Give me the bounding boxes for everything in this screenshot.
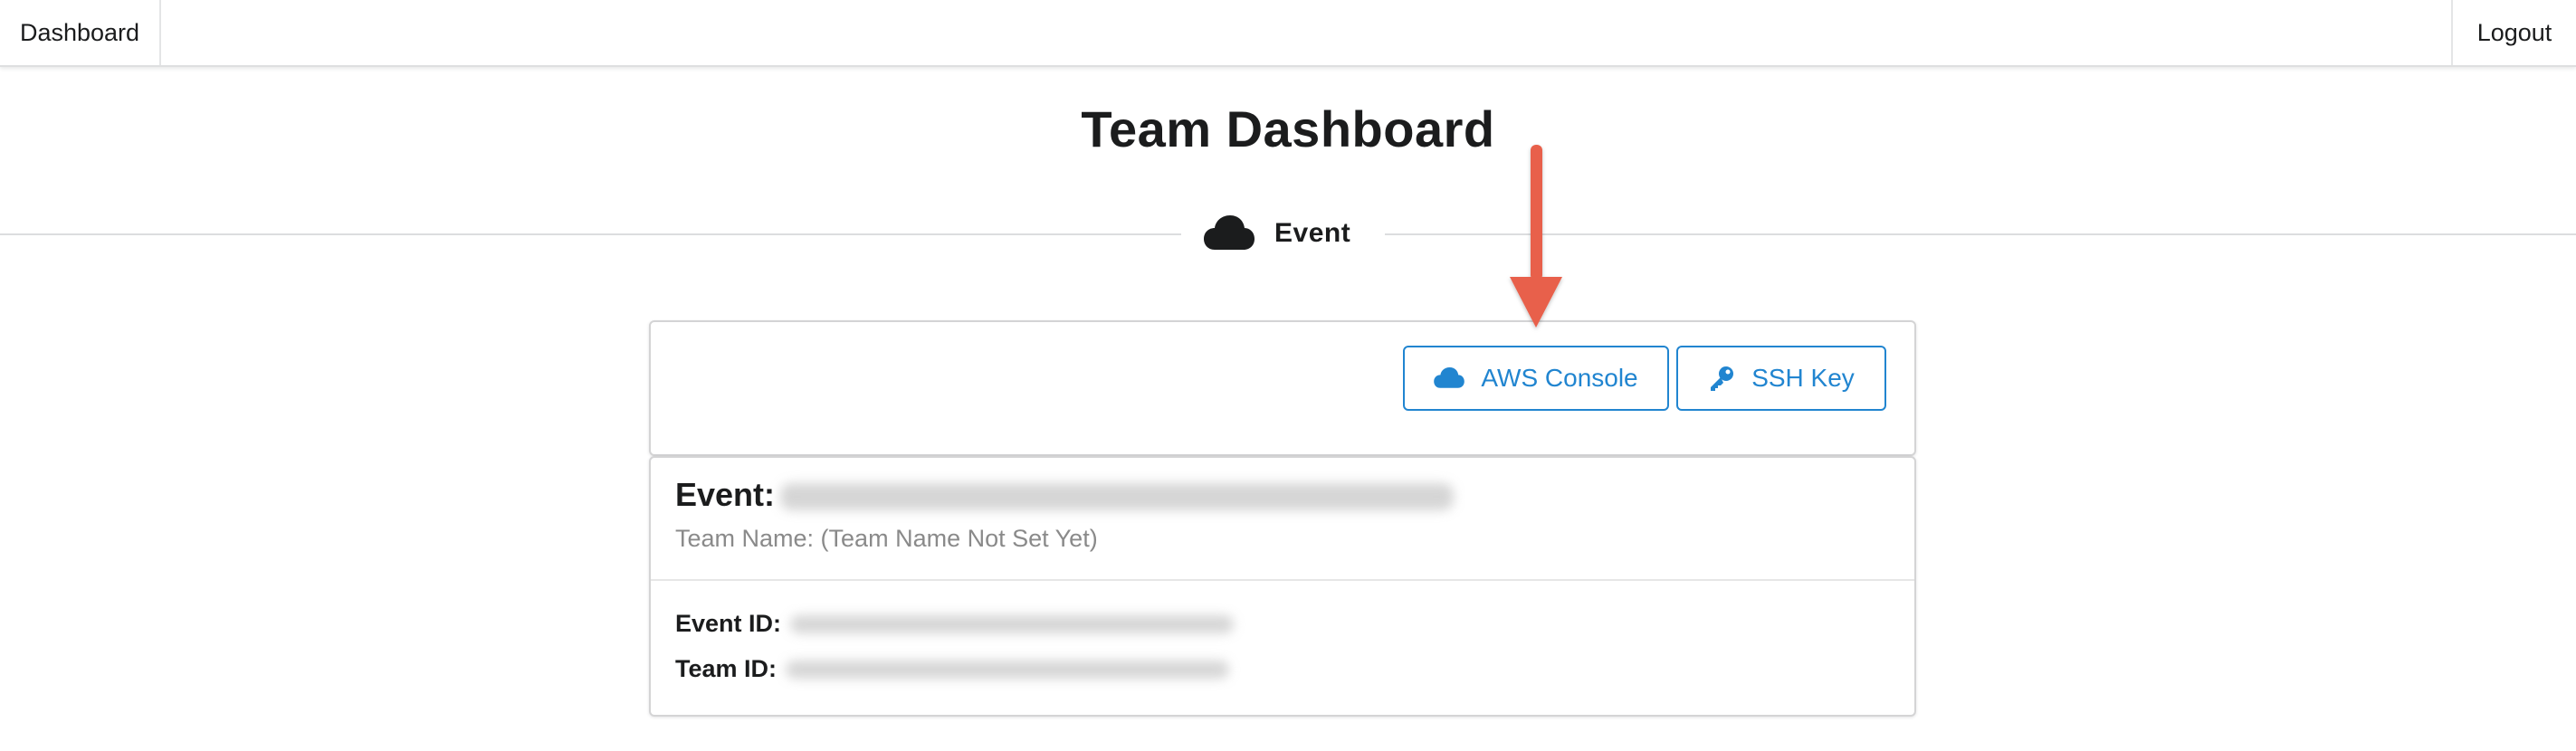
cloud-icon [1434,367,1465,389]
event-title: Event: [675,476,1455,514]
top-navigation-bar: Dashboard Logout [0,0,2576,67]
cloud-icon [1204,215,1255,252]
nav-logout-link[interactable]: Logout [2451,0,2576,65]
ssh-key-label: SSH Key [1751,364,1855,392]
redacted-team-id [786,660,1230,679]
event-title-prefix: Event: [675,476,776,513]
section-divider-left [0,233,1181,235]
aws-console-button[interactable]: AWS Console [1403,346,1669,411]
team-name-text: Team Name: (Team Name Not Set Yet) [675,525,1098,552]
team-id-label: Team ID: [675,655,778,682]
event-id-label: Event ID: [675,610,782,637]
nav-dashboard-link[interactable]: Dashboard [0,0,161,65]
section-header: Event [1204,206,1350,261]
section-label: Event [1274,218,1351,248]
redacted-event-id [790,614,1235,633]
ssh-key-button[interactable]: SSH Key [1676,346,1886,411]
aws-console-label: AWS Console [1481,364,1638,392]
details-divider [651,579,1914,581]
redacted-event-name [780,483,1455,511]
annotation-arrow-icon [1503,141,1569,341]
page-title: Team Dashboard [1081,100,1495,157]
team-id-row: Team ID: [675,655,1230,683]
event-id-row: Event ID: [675,610,1235,638]
key-icon [1708,365,1735,392]
